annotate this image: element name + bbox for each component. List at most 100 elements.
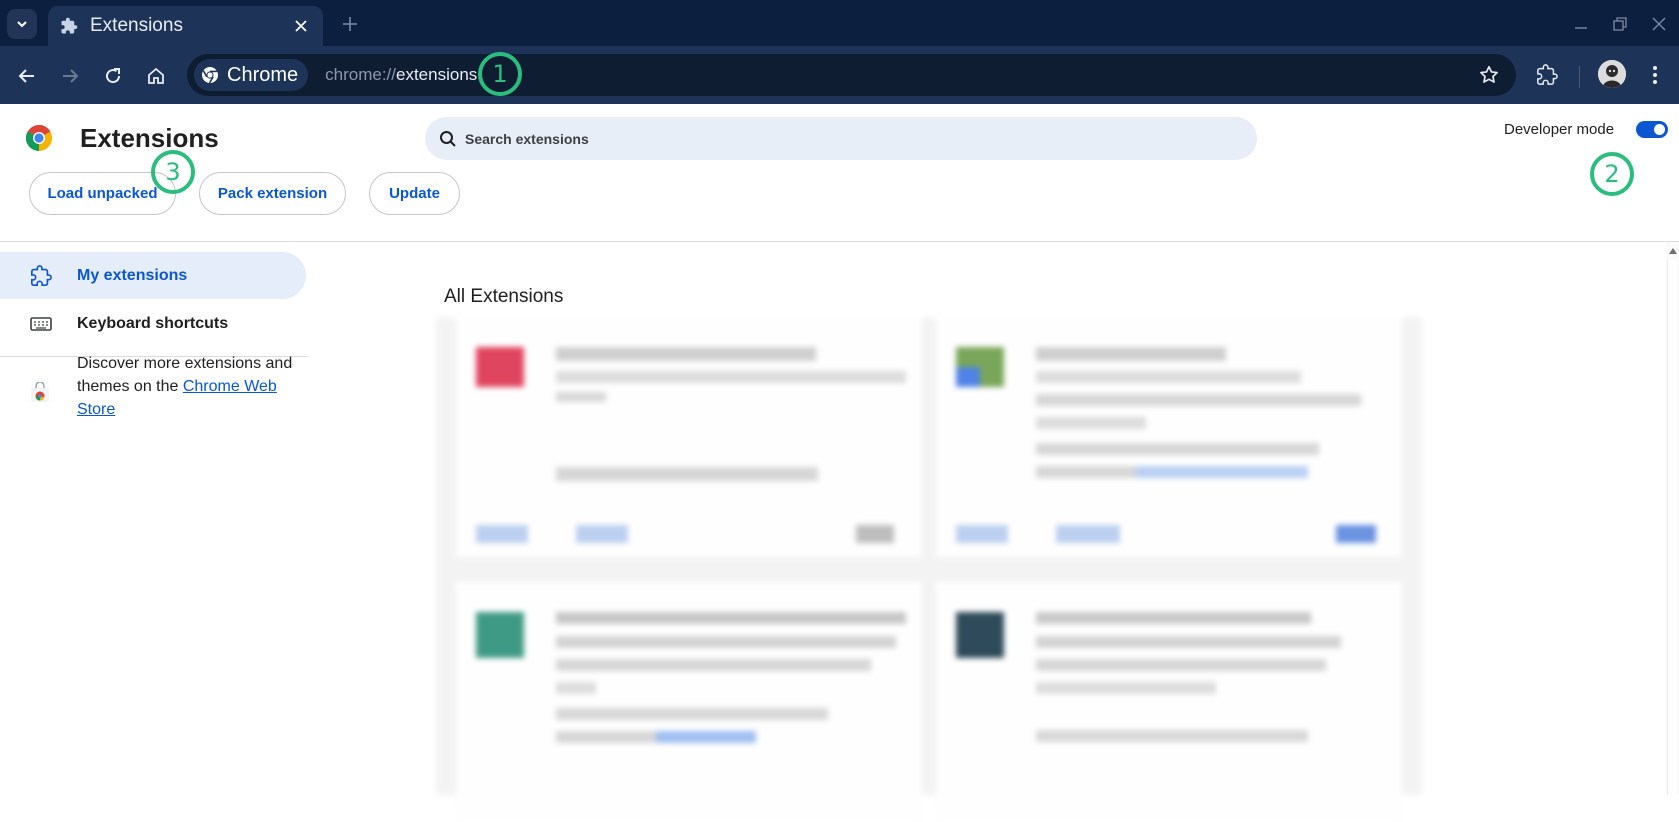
developer-mode-toggle[interactable] — [1636, 121, 1668, 138]
minimize-icon — [1575, 27, 1587, 29]
card-link[interactable] — [656, 731, 756, 743]
reload-icon — [106, 68, 121, 84]
site-chip-label: Chrome — [227, 63, 299, 86]
remove-button[interactable] — [1056, 525, 1120, 543]
home-icon — [148, 67, 164, 84]
tab-title: Extensions — [90, 15, 183, 36]
plus-icon — [343, 17, 357, 31]
close-window-button[interactable] — [1647, 12, 1671, 36]
keyboard-icon — [29, 312, 53, 336]
home-button[interactable] — [141, 61, 171, 91]
card-text — [1036, 659, 1326, 671]
section-title: All Extensions — [444, 286, 564, 307]
minimize-button[interactable] — [1569, 12, 1593, 36]
search-input[interactable] — [465, 130, 1165, 147]
chrome-logo-icon — [202, 67, 218, 84]
card-text — [556, 612, 906, 624]
tab-extensions[interactable]: Extensions — [48, 6, 323, 46]
card-text — [556, 708, 828, 720]
card-text — [1036, 612, 1311, 624]
chrome-web-store-icon — [31, 382, 49, 402]
details-button[interactable] — [956, 525, 1008, 543]
extension-cards-grid — [436, 317, 1422, 822]
address-bar[interactable]: Chrome chrome://extensions — [187, 54, 1516, 96]
tab-close-button[interactable] — [289, 14, 313, 38]
extension-card[interactable] — [456, 317, 922, 557]
url-text[interactable]: chrome://extensions — [325, 65, 477, 85]
annotation-marker-2: 2 — [1590, 152, 1634, 196]
extension-icon-part — [956, 367, 980, 387]
card-text — [1036, 443, 1319, 455]
restore-button[interactable] — [1608, 12, 1632, 36]
extension-card[interactable] — [936, 317, 1402, 557]
card-text — [556, 467, 818, 481]
extensions-page: Extensions Developer mode Load unpacked … — [0, 104, 1679, 822]
developer-mode-label: Developer mode — [1504, 121, 1615, 138]
remove-button[interactable] — [576, 525, 628, 543]
search-bar[interactable] — [425, 117, 1257, 160]
extension-icon — [956, 612, 1004, 658]
new-tab-button[interactable] — [338, 12, 362, 36]
extension-puzzle-icon — [61, 17, 78, 34]
sidebar-item-label: Keyboard shortcuts — [77, 314, 229, 332]
browser-toolbar: Chrome chrome://extensions — [0, 46, 1679, 104]
sidebar-item-keyboard-shortcuts[interactable]: Keyboard shortcuts — [0, 300, 306, 347]
arrow-left-icon — [18, 69, 34, 83]
card-text — [1036, 636, 1341, 648]
extension-puzzle-icon — [1537, 64, 1558, 85]
title-bar: Extensions — [0, 0, 1679, 46]
card-text — [1036, 394, 1361, 406]
enable-toggle[interactable] — [1336, 525, 1376, 543]
site-info-chip[interactable]: Chrome — [194, 59, 309, 91]
chrome-menu-button[interactable] — [1640, 60, 1670, 90]
extension-card[interactable] — [456, 582, 922, 822]
enable-toggle[interactable] — [856, 525, 894, 543]
arrow-right-icon — [63, 69, 79, 83]
card-text — [556, 682, 596, 694]
card-text — [1036, 347, 1226, 361]
card-text — [1036, 371, 1301, 383]
forward-button[interactable] — [55, 61, 85, 91]
extension-card[interactable] — [936, 582, 1402, 822]
toolbar-divider — [1579, 66, 1580, 88]
card-text — [556, 636, 896, 648]
chrome-logo-icon — [25, 124, 53, 152]
header-divider — [0, 241, 1679, 242]
close-icon — [1652, 17, 1666, 31]
extensions-menu-button[interactable] — [1532, 60, 1562, 90]
details-button[interactable] — [476, 525, 528, 543]
card-link[interactable] — [1136, 466, 1308, 478]
pack-extension-button[interactable]: Pack extension — [199, 172, 346, 215]
chevron-down-icon — [17, 21, 27, 28]
close-icon — [295, 20, 307, 32]
reload-button[interactable] — [98, 61, 128, 91]
tab-search-button[interactable] — [7, 9, 37, 39]
card-text — [556, 659, 871, 671]
update-button[interactable]: Update — [369, 172, 460, 215]
card-text — [556, 347, 816, 361]
card-text — [1036, 466, 1136, 478]
sidebar-item-label: My extensions — [77, 266, 188, 284]
extension-icon — [476, 347, 524, 387]
annotation-marker-3: 3 — [151, 150, 195, 194]
url-path: extensions — [396, 65, 478, 84]
card-text — [556, 731, 656, 743]
discover-text: Discover more extensions and themes on t… — [77, 352, 297, 421]
back-button[interactable] — [12, 61, 42, 91]
profile-avatar[interactable] — [1598, 60, 1626, 88]
card-text — [1036, 417, 1146, 429]
scrollbar-thumb[interactable] — [1667, 260, 1677, 795]
extension-icon — [476, 612, 524, 658]
page-title: Extensions — [80, 123, 219, 153]
annotation-marker-1: 1 — [478, 52, 522, 96]
card-text — [1036, 730, 1308, 742]
extension-puzzle-icon — [29, 264, 53, 288]
search-icon — [440, 130, 456, 147]
scroll-up-arrow-icon[interactable] — [1669, 248, 1677, 254]
sidebar-item-my-extensions[interactable]: My extensions — [0, 252, 306, 299]
bookmark-star-button[interactable] — [1478, 64, 1500, 86]
card-text — [556, 371, 906, 383]
star-icon — [1480, 65, 1498, 83]
card-text — [1036, 682, 1216, 694]
url-scheme: chrome:// — [325, 65, 396, 84]
